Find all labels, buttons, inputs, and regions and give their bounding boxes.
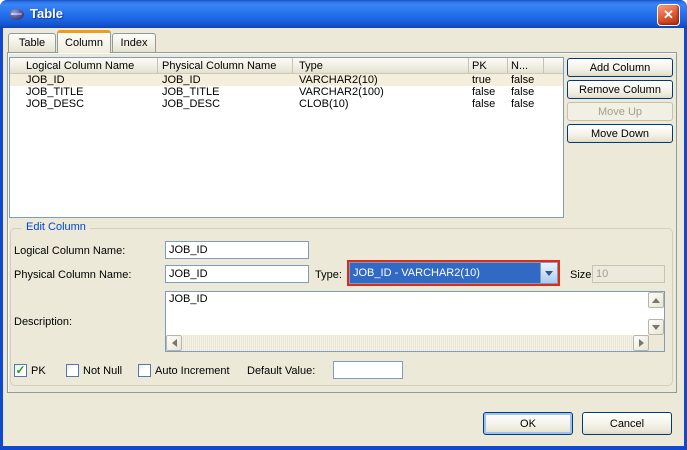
add-column-label: Add Column (590, 62, 651, 74)
scroll-right-icon (639, 339, 644, 347)
auto-increment-checkbox[interactable] (138, 364, 151, 377)
scroll-up-button[interactable] (648, 292, 664, 308)
cell-physical: JOB_ID (158, 74, 293, 86)
close-icon: ✕ (663, 7, 674, 23)
header-physical-column-name[interactable]: Physical Column Name (158, 58, 293, 74)
header-pk[interactable]: PK (469, 58, 508, 74)
tab-column-label: Column (65, 37, 103, 49)
tab-table[interactable]: Table (8, 33, 56, 52)
cell-type: VARCHAR2(100) (293, 86, 469, 98)
type-dropdown-button[interactable] (540, 263, 557, 283)
cancel-label: Cancel (610, 418, 644, 430)
cell-physical: JOB_DESC (158, 98, 293, 110)
close-button[interactable]: ✕ (657, 4, 680, 26)
type-selected-value[interactable]: JOB_ID - VARCHAR2(10) (350, 263, 540, 283)
scrollbar-corner (648, 335, 664, 351)
pk-checkbox[interactable]: ✓ (14, 364, 27, 377)
scroll-left-button[interactable] (166, 335, 182, 351)
cell-logical: JOB_ID (10, 74, 158, 86)
scroll-right-button[interactable] (633, 335, 649, 351)
scroll-down-button[interactable] (648, 319, 664, 335)
horizontal-scroll-track[interactable] (182, 335, 633, 351)
columns-table: Logical Column Name Physical Column Name… (9, 57, 564, 218)
scroll-up-icon (652, 298, 660, 303)
add-column-button[interactable]: Add Column (567, 58, 673, 77)
header-filler (544, 58, 563, 74)
cell-logical: JOB_TITLE (10, 86, 158, 98)
cell-pk: false (469, 98, 508, 110)
cancel-button[interactable]: Cancel (582, 412, 672, 435)
check-icon: ✓ (15, 365, 25, 375)
type-highlight-box: JOB_ID - VARCHAR2(10) (347, 260, 560, 286)
not-null-label: Not Null (83, 365, 122, 377)
titlebar[interactable]: Table ✕ (0, 0, 687, 28)
cell-not-null: false (508, 74, 544, 86)
tab-table-label: Table (19, 37, 45, 49)
cell-not-null: false (508, 98, 544, 110)
tab-column[interactable]: Column (57, 30, 111, 53)
ok-button[interactable]: OK (483, 412, 573, 435)
cell-not-null: false (508, 86, 544, 98)
not-null-checkbox[interactable] (66, 364, 79, 377)
table-row[interactable]: JOB_ID JOB_ID VARCHAR2(10) true false (10, 74, 563, 86)
vertical-scroll-track[interactable] (648, 308, 664, 319)
description-label: Description: (14, 316, 72, 328)
move-up-label: Move Up (598, 106, 642, 118)
move-up-button: Move Up (567, 102, 673, 121)
physical-column-name-field[interactable] (165, 265, 309, 283)
description-textarea[interactable]: JOB_ID (165, 291, 665, 352)
remove-column-button[interactable]: Remove Column (567, 80, 673, 99)
edit-column-group-title: Edit Column (22, 221, 90, 233)
table-row[interactable]: JOB_DESC JOB_DESC CLOB(10) false false (10, 98, 563, 110)
tab-index[interactable]: Index (112, 33, 156, 52)
header-type[interactable]: Type (293, 58, 469, 74)
remove-column-label: Remove Column (579, 84, 661, 96)
tab-index-label: Index (121, 37, 148, 49)
cell-logical: JOB_DESC (10, 98, 158, 110)
logical-column-name-field[interactable] (165, 241, 309, 259)
cell-type: VARCHAR2(10) (293, 74, 469, 86)
type-label: Type: (315, 269, 342, 281)
default-value-label: Default Value: (247, 365, 315, 377)
table-header: Logical Column Name Physical Column Name… (10, 58, 563, 74)
ok-label: OK (520, 418, 536, 430)
type-select[interactable]: JOB_ID - VARCHAR2(10) (349, 262, 558, 284)
cell-pk: true (469, 74, 508, 86)
move-down-label: Move Down (591, 128, 649, 140)
logical-column-name-label: Logical Column Name: (14, 245, 125, 257)
header-logical-column-name[interactable]: Logical Column Name (10, 58, 158, 74)
size-label: Size: (570, 269, 594, 281)
chevron-down-icon (545, 271, 553, 276)
window-title: Table (30, 6, 63, 21)
scroll-left-icon (172, 339, 177, 347)
size-field (592, 265, 665, 283)
auto-increment-label: Auto Increment (155, 365, 230, 377)
scroll-down-icon (652, 325, 660, 330)
header-not-null[interactable]: N... (508, 58, 544, 74)
window-icon (9, 9, 24, 20)
table-row[interactable]: JOB_TITLE JOB_TITLE VARCHAR2(100) false … (10, 86, 563, 98)
cell-pk: false (469, 86, 508, 98)
move-down-button[interactable]: Move Down (567, 124, 673, 143)
cell-physical: JOB_TITLE (158, 86, 293, 98)
default-value-field[interactable] (333, 361, 403, 379)
description-value: JOB_ID (169, 293, 208, 305)
pk-label: PK (31, 365, 46, 377)
table-dialog: Table ✕ Table Column Index Logical Colum… (0, 0, 687, 450)
physical-column-name-label: Physical Column Name: (14, 269, 131, 281)
cell-type: CLOB(10) (293, 98, 469, 110)
